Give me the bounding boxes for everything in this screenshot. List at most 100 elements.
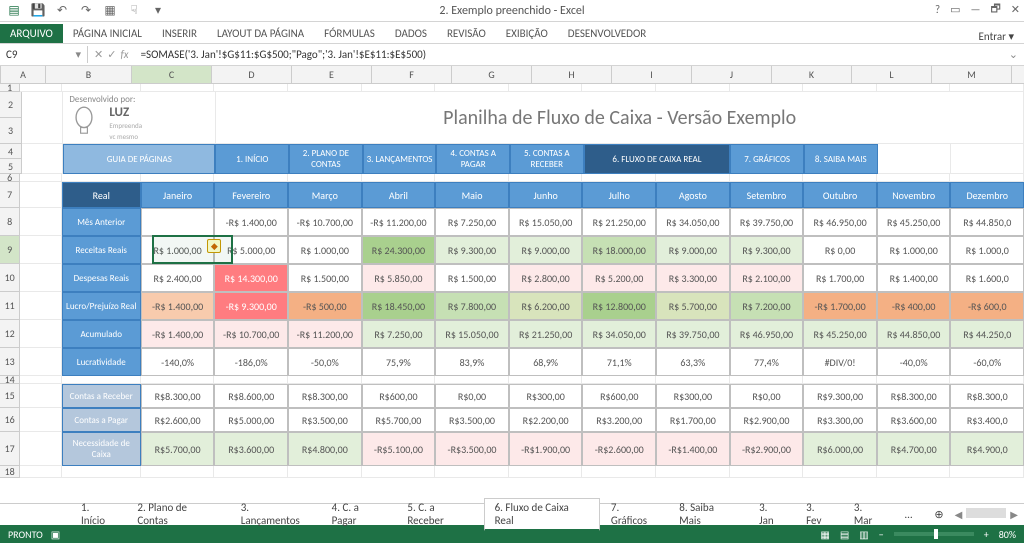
- nav-button-7[interactable]: 7. GRÁFICOS: [730, 144, 804, 174]
- data-cell[interactable]: R$ 5.200,00: [582, 264, 656, 292]
- row-header-4[interactable]: 4: [0, 144, 22, 159]
- bottom-data-cell[interactable]: R$2.600,00: [141, 408, 215, 432]
- cell[interactable]: [435, 84, 509, 92]
- data-cell[interactable]: R$ 15.050,00: [435, 320, 509, 348]
- data-cell[interactable]: 68,9%: [509, 348, 583, 376]
- cell[interactable]: [509, 466, 583, 478]
- data-cell[interactable]: R$ 7.250,00: [362, 320, 436, 348]
- bottom-data-cell[interactable]: R$3.600,00: [877, 408, 951, 432]
- bottom-data-cell[interactable]: R$8.300,0: [950, 384, 1024, 408]
- cell[interactable]: [730, 466, 804, 478]
- data-cell[interactable]: R$ 46.950,00: [730, 320, 804, 348]
- bottom-data-cell[interactable]: R$3.200,00: [582, 408, 656, 432]
- save-icon[interactable]: 💾: [30, 3, 46, 19]
- data-cell[interactable]: R$ 44.850,0: [950, 208, 1024, 236]
- cell[interactable]: [288, 466, 362, 478]
- column-header-J[interactable]: J: [692, 66, 772, 84]
- formula-input[interactable]: =SOMASE('3. Jan'!$G$11:$G$500;"Pago";'3.…: [135, 46, 1003, 63]
- nav-button-2[interactable]: 2. PLANO DE CONTAS: [289, 144, 363, 174]
- row-header-16[interactable]: 16: [0, 408, 20, 432]
- cell[interactable]: [582, 376, 656, 384]
- bottom-data-cell[interactable]: R$3.500,00: [435, 408, 509, 432]
- data-cell[interactable]: R$ 34.050,00: [582, 320, 656, 348]
- bottom-data-cell[interactable]: R$4.900,0: [950, 432, 1024, 466]
- bottom-data-cell[interactable]: R$2.900,00: [730, 408, 804, 432]
- cell[interactable]: [950, 376, 1024, 384]
- ribbon-options-icon[interactable]: ▭: [950, 3, 960, 16]
- help-icon[interactable]: ?: [935, 3, 940, 16]
- data-cell[interactable]: -60,0%: [950, 348, 1024, 376]
- view-normal-icon[interactable]: ▦: [820, 528, 829, 541]
- cell[interactable]: [362, 84, 436, 92]
- column-header-E[interactable]: E: [292, 66, 372, 84]
- data-cell[interactable]: R$ 44.250,0: [950, 320, 1024, 348]
- cell[interactable]: [803, 466, 877, 478]
- sign-in-link[interactable]: Entrar ▾: [979, 30, 1024, 43]
- data-cell[interactable]: -50,0%: [288, 348, 362, 376]
- cell[interactable]: [950, 174, 1024, 182]
- cell[interactable]: [20, 376, 61, 384]
- cell[interactable]: [730, 84, 804, 92]
- zoom-in-icon[interactable]: +: [984, 528, 989, 541]
- macro-record-icon[interactable]: ▣: [51, 528, 60, 541]
- cell[interactable]: [62, 84, 141, 92]
- name-box[interactable]: C9▾: [0, 46, 88, 63]
- nav-button-5[interactable]: 5. CONTAS A RECEBER: [510, 144, 584, 174]
- excel-icon[interactable]: ▤: [6, 3, 22, 19]
- new-icon[interactable]: ▦: [102, 3, 118, 19]
- data-cell[interactable]: 63,3%: [656, 348, 730, 376]
- data-cell[interactable]: R$ 9.300,00: [435, 236, 509, 264]
- cell[interactable]: [362, 376, 436, 384]
- row-header-18[interactable]: 18: [0, 466, 20, 478]
- cell[interactable]: [730, 376, 804, 384]
- data-cell[interactable]: R$ 2.400,00: [141, 264, 215, 292]
- data-cell[interactable]: R$ 21.250,00: [509, 320, 583, 348]
- data-cell[interactable]: -R$ 10.700,00: [214, 320, 288, 348]
- data-cell[interactable]: R$ 5.000,00◆: [214, 236, 288, 264]
- data-cell[interactable]: R$ 12.800,00: [582, 292, 656, 320]
- row-header-14[interactable]: 14: [0, 376, 20, 384]
- column-header-N[interactable]: N: [1012, 66, 1024, 84]
- column-header-M[interactable]: M: [932, 66, 1012, 84]
- data-cell[interactable]: R$ 9.000,00: [656, 236, 730, 264]
- bottom-data-cell[interactable]: R$5.700,00: [141, 432, 215, 466]
- bottom-data-cell[interactable]: R$5.700,00: [362, 408, 436, 432]
- row-header-10[interactable]: 10: [0, 264, 20, 292]
- cell[interactable]: [141, 466, 215, 478]
- data-cell[interactable]: R$ 1.400,00: [877, 264, 951, 292]
- data-cell[interactable]: R$ 7.200,00: [730, 292, 804, 320]
- column-header-L[interactable]: L: [852, 66, 932, 84]
- cell[interactable]: [20, 84, 61, 92]
- zoom-out-icon[interactable]: −: [879, 528, 884, 541]
- cell[interactable]: [435, 174, 509, 182]
- bottom-data-cell[interactable]: R$600,00: [582, 384, 656, 408]
- column-header-C[interactable]: C: [132, 66, 212, 84]
- data-cell[interactable]: #DIV/0!: [803, 348, 877, 376]
- cell[interactable]: [20, 292, 61, 320]
- cell[interactable]: [803, 174, 877, 182]
- row-header-12[interactable]: 12: [0, 320, 20, 348]
- data-cell[interactable]: R$ 7.250,00: [435, 208, 509, 236]
- horizontal-scroll[interactable]: ◀ ▶: [955, 508, 1024, 521]
- qat-dropdown-icon[interactable]: ▾: [150, 3, 166, 19]
- enter-formula-icon[interactable]: ✓: [107, 48, 116, 61]
- data-cell[interactable]: R$ 1.000,00: [877, 236, 951, 264]
- cell[interactable]: [656, 174, 730, 182]
- data-cell[interactable]: R$ 5.850,00: [362, 264, 436, 292]
- data-cell[interactable]: 77,4%: [730, 348, 804, 376]
- data-cell[interactable]: R$ 15.050,00: [509, 208, 583, 236]
- touch-mode-icon[interactable]: ☟: [126, 3, 142, 19]
- nav-button-3[interactable]: 3. LANÇAMENTOS: [363, 144, 437, 174]
- cell[interactable]: [141, 376, 215, 384]
- column-header-H[interactable]: H: [532, 66, 612, 84]
- bottom-data-cell[interactable]: R$3.500,00: [288, 408, 362, 432]
- smart-tag-icon[interactable]: ◆: [207, 239, 221, 253]
- bottom-data-cell[interactable]: -R$3.500,00: [435, 432, 509, 466]
- bottom-data-cell[interactable]: R$600,00: [362, 384, 436, 408]
- cell[interactable]: [509, 174, 583, 182]
- bottom-data-cell[interactable]: R$9.300,00: [803, 384, 877, 408]
- cell[interactable]: [950, 466, 1024, 478]
- data-cell[interactable]: R$ 14.300,00: [214, 264, 288, 292]
- column-header-B[interactable]: B: [46, 66, 132, 84]
- data-cell[interactable]: R$ 45.250,00: [877, 208, 951, 236]
